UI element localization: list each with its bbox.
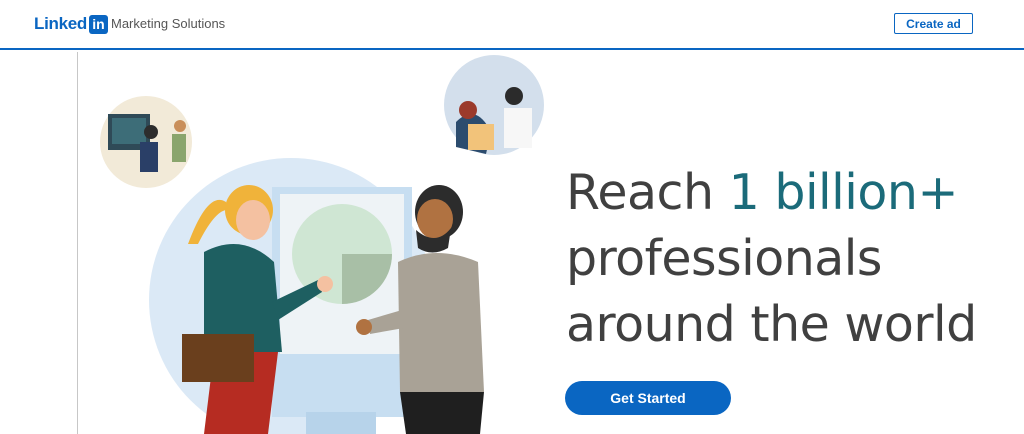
- headline-prefix: Reach: [566, 164, 729, 221]
- hero-illustration: [100, 55, 544, 434]
- headline-line-2: professionals: [566, 230, 882, 287]
- hero-headline: Reach 1 billion+ professionals around th…: [566, 160, 1006, 358]
- linkedin-logo[interactable]: Linked in: [34, 14, 108, 34]
- linkedin-in-icon: in: [89, 14, 108, 34]
- headline-line-1: Reach 1 billion+: [566, 160, 1006, 226]
- create-ad-button[interactable]: Create ad: [894, 13, 973, 34]
- office-scene-badge: [100, 96, 192, 188]
- headline-accent: 1 billion+: [728, 164, 959, 221]
- get-started-button[interactable]: Get Started: [565, 381, 731, 415]
- left-divider: [77, 52, 78, 434]
- dentist-scene-badge: [444, 55, 544, 155]
- product-name: Marketing Solutions: [111, 16, 226, 31]
- logo-word: Linked: [34, 14, 87, 33]
- headline-line-3: around the world: [566, 296, 977, 353]
- top-header: Linked in Marketing Solutions Create ad: [0, 0, 1024, 50]
